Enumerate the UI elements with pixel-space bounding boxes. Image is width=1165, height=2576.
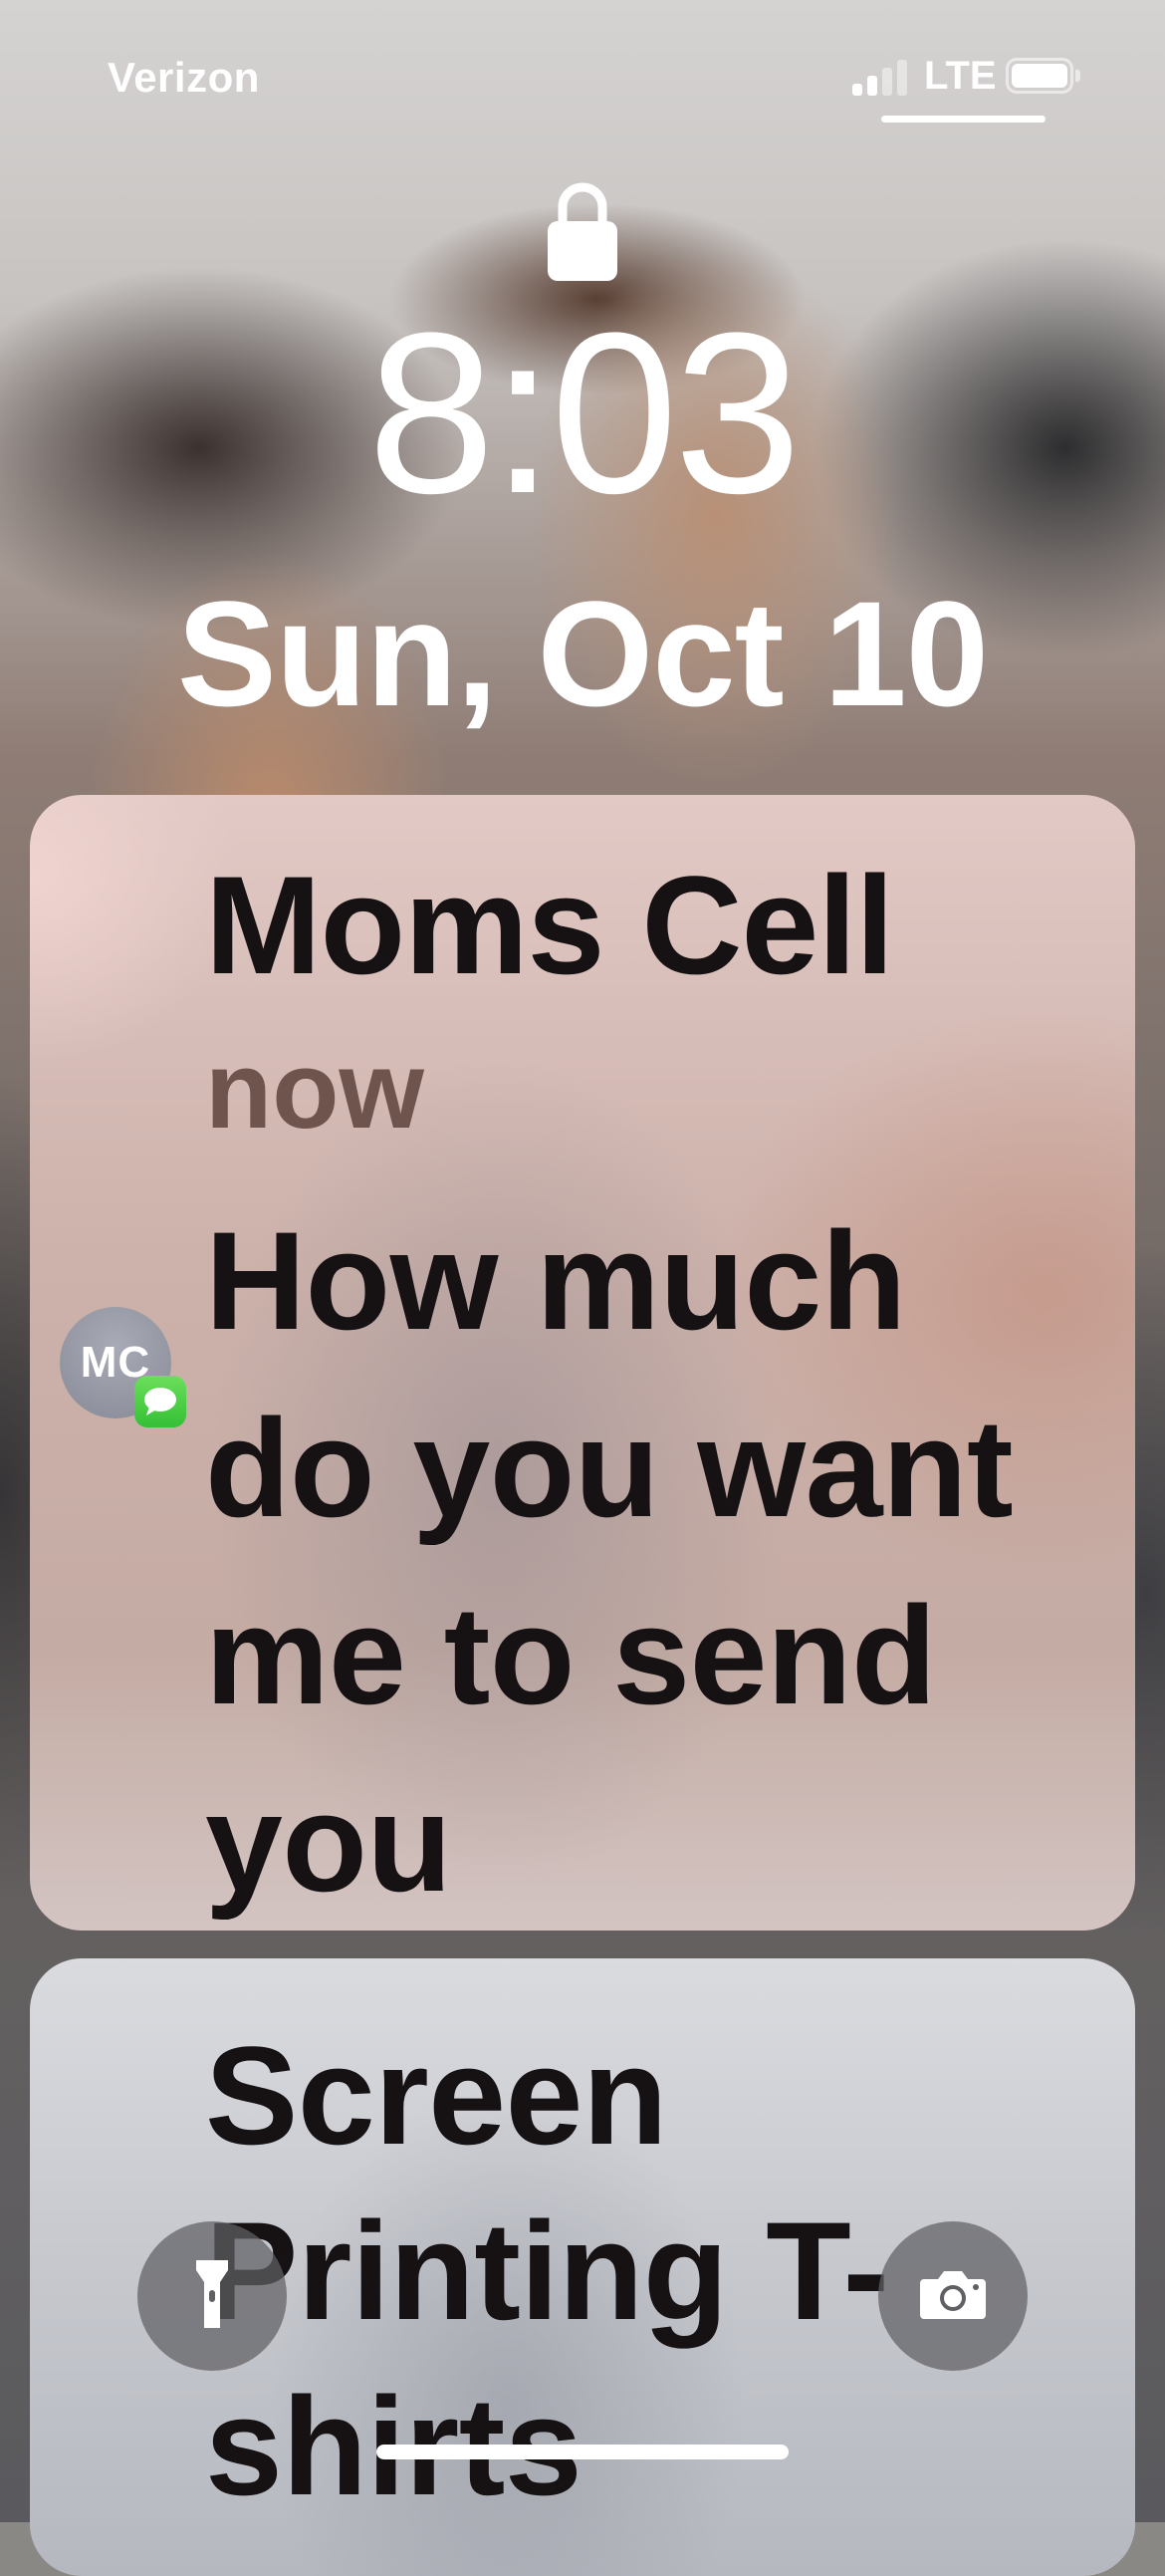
notification-sender: Moms Cell: [205, 847, 894, 1003]
network-type-label: LTE: [924, 54, 997, 98]
messages-app-icon: [134, 1376, 186, 1427]
camera-icon: [918, 2267, 988, 2326]
lock-screen-time: 8:03: [367, 285, 802, 541]
message-notification[interactable]: Moms Cell now How much do you want me to…: [30, 795, 1135, 1931]
cellular-signal-icon: [852, 58, 910, 96]
home-indicator[interactable]: [376, 2445, 789, 2459]
carrier-name: Verizon: [108, 54, 260, 101]
flashlight-button[interactable]: [137, 2221, 287, 2371]
title-line: Screen: [205, 2017, 667, 2174]
message-line: you: [205, 1764, 452, 1921]
status-bar: Verizon LTE: [0, 0, 1165, 149]
message-line: me to send: [205, 1577, 937, 1733]
notification-timestamp: now: [205, 1029, 424, 1152]
notification-message: How much do you want me to send you: [205, 1187, 1101, 1931]
message-line: do you want: [205, 1390, 1014, 1546]
control-center-indicator[interactable]: [881, 116, 1046, 123]
lock-screen-date: Sun, Oct 10: [176, 570, 989, 737]
flashlight-icon: [192, 2256, 232, 2337]
message-line: How much: [205, 1202, 906, 1359]
lock-icon: [546, 177, 619, 283]
camera-button[interactable]: [878, 2221, 1028, 2371]
battery-icon: [1006, 58, 1081, 96]
